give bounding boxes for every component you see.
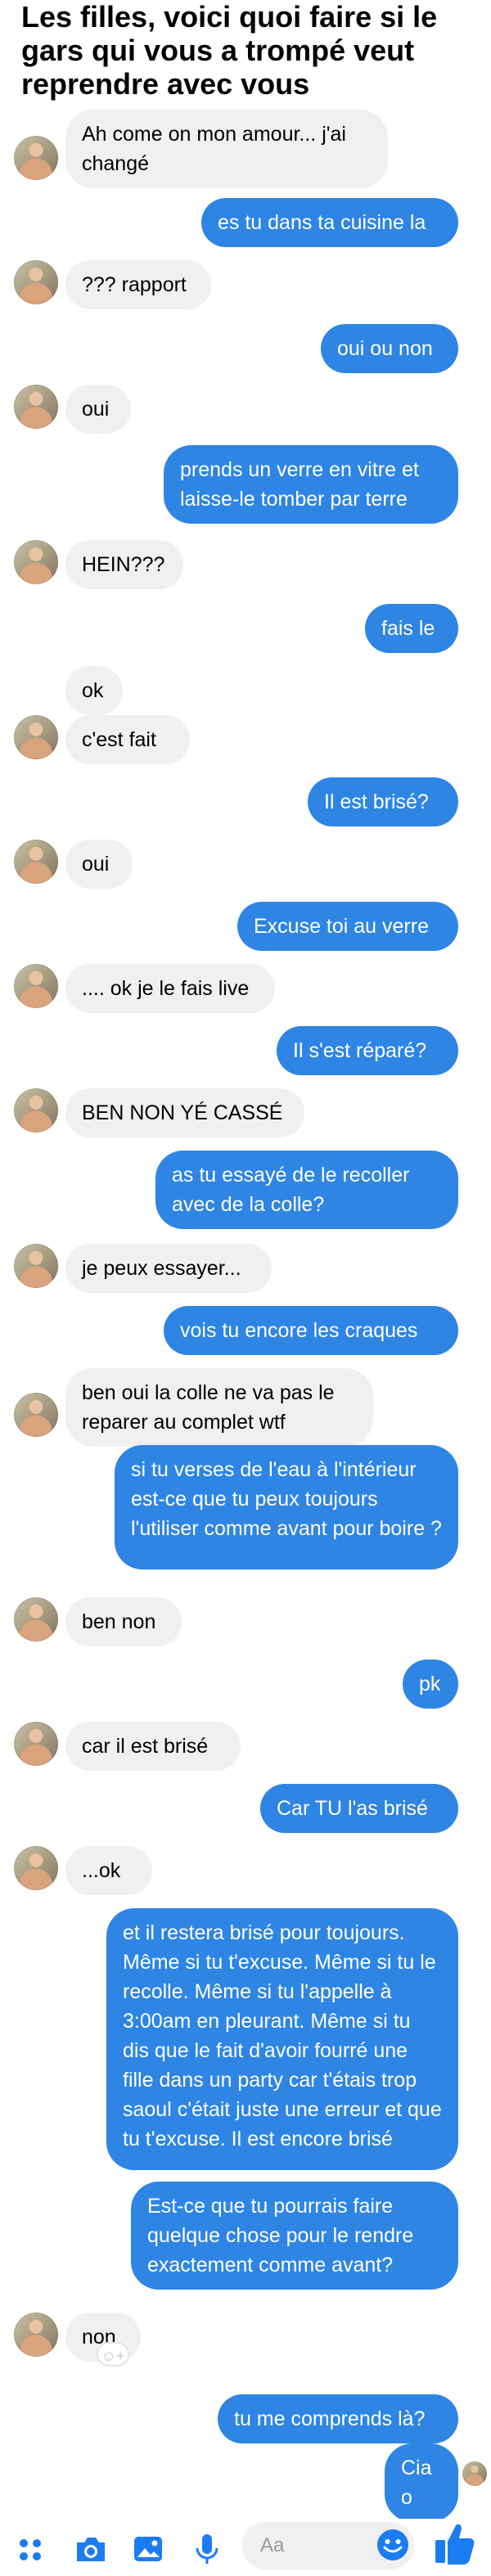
outgoing-message[interactable]: pk — [403, 1660, 458, 1709]
outgoing-message[interactable]: as tu essayé de le recoller avec de la c… — [155, 1151, 458, 1229]
emoji-icon[interactable] — [375, 2527, 411, 2563]
outgoing-message[interactable]: et il restera brisé pour toujours. Même … — [106, 1908, 458, 2170]
outgoing-message[interactable]: Excuse toi au verre — [237, 902, 458, 951]
contact-avatar[interactable] — [14, 385, 58, 429]
incoming-message[interactable]: HEIN??? — [65, 540, 183, 589]
thumbs-up-icon[interactable] — [432, 2519, 478, 2568]
outgoing-message[interactable]: prends un verre en vitre et laisse-le to… — [164, 445, 458, 524]
incoming-message[interactable]: BEN NON YÉ CASSÉ — [65, 1088, 304, 1137]
contact-avatar[interactable] — [14, 136, 58, 180]
outgoing-message[interactable]: Est-ce que tu pourrais faire quelque cho… — [131, 2182, 458, 2290]
contact-avatar[interactable] — [14, 1393, 58, 1437]
contact-avatar[interactable] — [14, 1244, 58, 1288]
incoming-message[interactable]: car il est brisé — [65, 1722, 241, 1771]
outgoing-message[interactable]: tu me comprends là? — [218, 2394, 458, 2443]
outgoing-message[interactable]: es tu dans ta cuisine la — [201, 198, 458, 247]
outgoing-message[interactable]: Il s'est réparé? — [277, 1026, 458, 1075]
outgoing-message[interactable]: fais le — [365, 604, 458, 653]
contact-avatar[interactable] — [14, 260, 58, 304]
incoming-message[interactable]: ok — [65, 666, 123, 715]
incoming-message[interactable]: ??? rapport — [65, 260, 211, 309]
incoming-message[interactable]: je peux essayer... — [65, 1244, 272, 1293]
contact-avatar[interactable] — [14, 2313, 58, 2357]
incoming-message[interactable]: ...ok — [65, 1846, 152, 1895]
contact-avatar[interactable] — [14, 840, 58, 884]
camera-icon[interactable] — [72, 2530, 110, 2568]
incoming-message[interactable]: oui — [65, 385, 131, 434]
incoming-message[interactable]: ben oui la colle ne va pas le reparer au… — [65, 1368, 373, 1447]
message-thread: Ah come on mon amour... j'ai changé es tu… — [0, 0, 491, 2576]
contact-avatar[interactable] — [14, 1846, 58, 1890]
apps-icon[interactable] — [11, 2530, 49, 2568]
contact-avatar[interactable] — [14, 964, 58, 1008]
contact-avatar[interactable] — [14, 540, 58, 584]
contact-avatar[interactable] — [14, 1722, 58, 1766]
incoming-message[interactable]: Ah come on mon amour... j'ai changé — [65, 110, 388, 188]
message-input-placeholder: Aa — [260, 2534, 285, 2556]
incoming-message[interactable]: c'est fait — [65, 715, 190, 764]
add-reaction-icon[interactable]: ☺+ — [97, 2342, 129, 2367]
contact-avatar[interactable] — [14, 1597, 58, 1642]
outgoing-message[interactable]: Car TU l'as brisé — [260, 1784, 458, 1833]
incoming-message[interactable]: oui — [65, 840, 133, 889]
outgoing-message[interactable]: vois tu encore les craques — [164, 1306, 458, 1355]
seen-indicator-avatar — [462, 2461, 487, 2486]
incoming-message[interactable]: ben non — [65, 1597, 182, 1646]
contact-avatar[interactable] — [14, 715, 58, 759]
outgoing-message[interactable]: Ciao — [385, 2443, 458, 2522]
incoming-message[interactable]: .... ok je le fais live — [65, 964, 275, 1013]
outgoing-message[interactable]: Il est brisé? — [308, 777, 458, 826]
contact-avatar[interactable] — [14, 1088, 58, 1133]
outgoing-message[interactable]: oui ou non — [321, 324, 458, 373]
microphone-icon[interactable] — [188, 2530, 226, 2568]
gallery-icon[interactable] — [129, 2530, 167, 2568]
outgoing-message[interactable]: si tu verses de l'eau à l'intérieur est-… — [115, 1445, 458, 1569]
